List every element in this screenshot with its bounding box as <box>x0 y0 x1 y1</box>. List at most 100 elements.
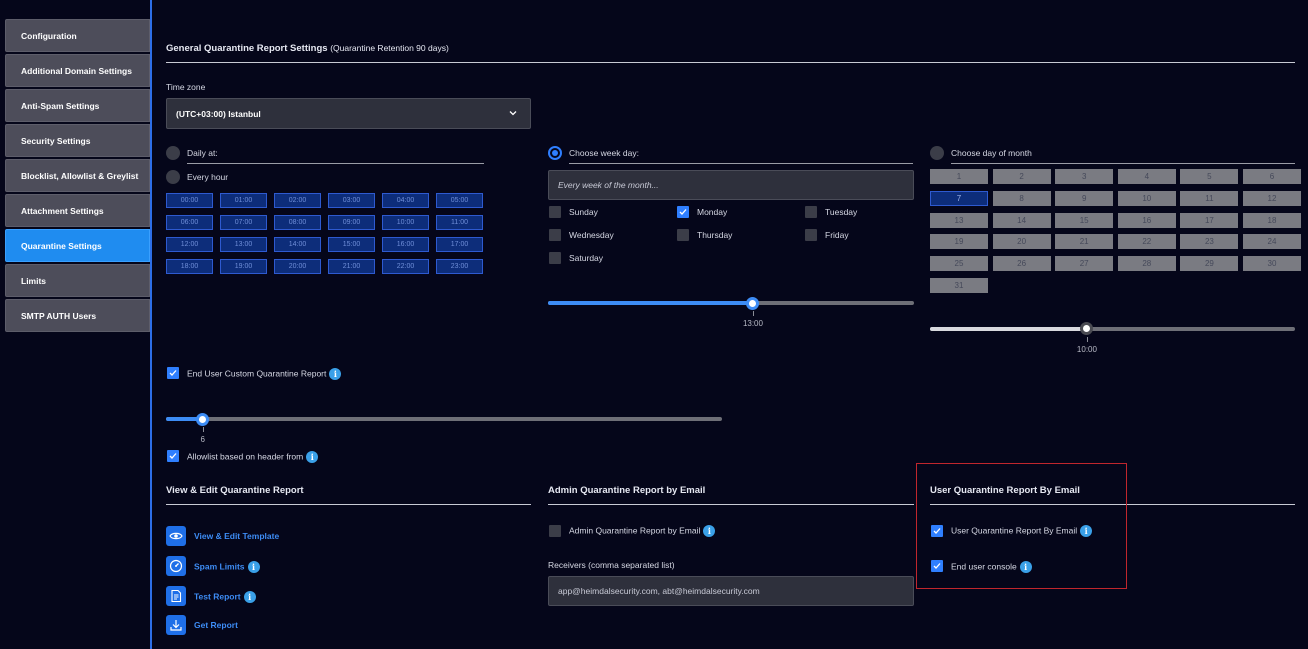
sidebar-item-blocklist-allowlist-greylist[interactable]: Blocklist, Allowlist & Greylist <box>5 159 150 192</box>
hour-option[interactable]: 15:00 <box>328 237 375 252</box>
sidebar-item-attachment-settings[interactable]: Attachment Settings <box>5 194 150 227</box>
month-day-option[interactable]: 22 <box>1117 234 1176 250</box>
weekday-checkbox[interactable] <box>677 206 689 218</box>
document-icon[interactable] <box>166 586 186 606</box>
weekday-checkbox[interactable] <box>677 229 689 241</box>
month-day-option[interactable]: 27 <box>1055 256 1114 272</box>
info-icon[interactable]: i <box>329 368 342 380</box>
info-icon[interactable]: i <box>247 561 260 573</box>
test-report-link[interactable]: Test Report i <box>194 591 256 603</box>
hour-option[interactable]: 04:00 <box>382 193 429 208</box>
eye-icon[interactable] <box>166 526 186 546</box>
month-day-option[interactable]: 18 <box>1243 212 1301 228</box>
month-day-option[interactable]: 16 <box>1117 212 1176 228</box>
hour-option[interactable]: 11:00 <box>436 215 483 230</box>
hour-option[interactable]: 19:00 <box>220 259 267 274</box>
hour-option[interactable]: 02:00 <box>274 193 321 208</box>
monthday-time-thumb[interactable] <box>1080 322 1094 335</box>
hour-option[interactable]: 07:00 <box>220 215 267 230</box>
hour-option[interactable]: 16:00 <box>382 237 429 252</box>
hour-option[interactable]: 14:00 <box>274 237 321 252</box>
hour-option[interactable]: 10:00 <box>382 215 429 230</box>
weekday-checkbox[interactable] <box>805 206 817 218</box>
month-day-option[interactable]: 23 <box>1180 234 1239 250</box>
month-day-option[interactable]: 2 <box>992 169 1051 184</box>
hour-option[interactable]: 22:00 <box>382 259 429 274</box>
month-day-option[interactable]: 9 <box>1055 190 1114 206</box>
every-hour-radio[interactable] <box>166 170 180 184</box>
hour-option[interactable]: 03:00 <box>328 193 375 208</box>
month-day-option[interactable]: 13 <box>930 212 988 228</box>
receivers-input[interactable]: app@heimdalsecurity.com, abt@heimdalsecu… <box>548 576 914 606</box>
month-day-option[interactable]: 1 <box>930 169 988 184</box>
week-of-month-select[interactable]: Every week of the month... <box>548 170 914 200</box>
custom-report-thumb[interactable] <box>196 413 210 426</box>
timezone-select[interactable]: (UTC+03:00) Istanbul <box>166 98 531 129</box>
end-user-custom-checkbox[interactable] <box>167 367 179 379</box>
weekday-checkbox[interactable] <box>549 252 561 264</box>
hour-option[interactable]: 21:00 <box>328 259 375 274</box>
info-icon[interactable]: i <box>306 451 319 463</box>
hour-option[interactable]: 20:00 <box>274 259 321 274</box>
weekday-time-slider[interactable] <box>548 301 914 305</box>
weekday-checkbox[interactable] <box>549 206 561 218</box>
month-day-option[interactable]: 4 <box>1117 169 1176 184</box>
hour-option[interactable]: 00:00 <box>166 193 213 208</box>
hour-option[interactable]: 18:00 <box>166 259 213 274</box>
month-day-option[interactable]: 31 <box>930 278 988 293</box>
sidebar-item-security-settings[interactable]: Security Settings <box>5 124 150 157</box>
download-icon[interactable] <box>166 615 186 635</box>
month-day-option[interactable]: 14 <box>992 212 1051 228</box>
gauge-icon[interactable] <box>166 556 186 576</box>
hour-option[interactable]: 13:00 <box>220 237 267 252</box>
sidebar-item-configuration[interactable]: Configuration <box>5 19 150 52</box>
get-report-link[interactable]: Get Report <box>194 620 238 630</box>
spam-limits-link[interactable]: Spam Limits i <box>194 561 260 573</box>
hour-option[interactable]: 17:00 <box>436 237 483 252</box>
weekday-time-thumb[interactable] <box>746 297 760 310</box>
sidebar-item-additional-domain-settings[interactable]: Additional Domain Settings <box>5 54 150 87</box>
month-day-option[interactable]: 30 <box>1243 256 1301 272</box>
monthday-time-slider[interactable] <box>930 327 1295 331</box>
month-day-option[interactable]: 25 <box>930 256 988 272</box>
month-day-option[interactable]: 15 <box>1055 212 1114 228</box>
daily-radio[interactable] <box>166 146 180 160</box>
hour-option[interactable]: 09:00 <box>328 215 375 230</box>
sidebar-item-quarantine-settings[interactable]: Quarantine Settings <box>5 229 150 262</box>
month-day-option[interactable]: 12 <box>1243 190 1301 206</box>
weekday-checkbox[interactable] <box>805 229 817 241</box>
month-day-option[interactable]: 11 <box>1180 190 1239 206</box>
month-day-option[interactable]: 8 <box>992 190 1051 206</box>
hour-option[interactable]: 23:00 <box>436 259 483 274</box>
info-icon[interactable]: i <box>243 591 256 603</box>
sidebar-item-smtp-auth-users[interactable]: SMTP AUTH Users <box>5 299 150 332</box>
month-day-option[interactable]: 19 <box>930 234 988 250</box>
info-icon[interactable]: i <box>703 525 716 537</box>
sidebar-item-anti-spam-settings[interactable]: Anti-Spam Settings <box>5 89 150 122</box>
month-day-option[interactable]: 7 <box>930 190 988 206</box>
month-day-option[interactable]: 17 <box>1180 212 1239 228</box>
sidebar-item-limits[interactable]: Limits <box>5 264 150 297</box>
month-day-option[interactable]: 10 <box>1117 190 1176 206</box>
hour-option[interactable]: 05:00 <box>436 193 483 208</box>
allowlist-header-checkbox[interactable] <box>167 450 179 462</box>
hour-option[interactable]: 08:00 <box>274 215 321 230</box>
month-day-option[interactable]: 28 <box>1117 256 1176 272</box>
month-day-option[interactable]: 29 <box>1180 256 1239 272</box>
month-day-option[interactable]: 24 <box>1243 234 1301 250</box>
weekday-checkbox[interactable] <box>549 229 561 241</box>
hour-option[interactable]: 12:00 <box>166 237 213 252</box>
month-day-radio[interactable] <box>930 146 944 160</box>
hour-option[interactable]: 06:00 <box>166 215 213 230</box>
month-day-option[interactable]: 5 <box>1180 169 1239 184</box>
view-edit-template-link[interactable]: View & Edit Template <box>194 531 279 541</box>
custom-report-slider[interactable] <box>166 417 722 421</box>
week-day-radio[interactable] <box>548 146 562 160</box>
month-day-option[interactable]: 6 <box>1243 169 1301 184</box>
month-day-option[interactable]: 21 <box>1055 234 1114 250</box>
admin-report-checkbox[interactable] <box>549 525 561 537</box>
month-day-option[interactable]: 26 <box>992 256 1051 272</box>
month-day-option[interactable]: 20 <box>992 234 1051 250</box>
hour-option[interactable]: 01:00 <box>220 193 267 208</box>
month-day-option[interactable]: 3 <box>1055 169 1114 184</box>
